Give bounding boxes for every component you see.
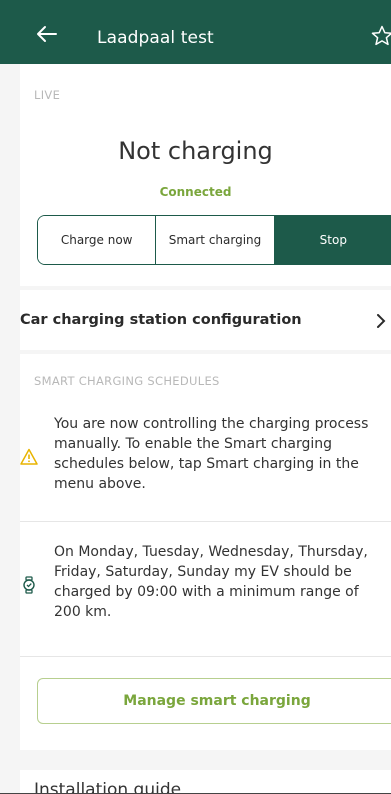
manual-control-notice: You are now controlling the charging pro… <box>54 416 369 492</box>
warning-icon <box>20 448 38 465</box>
list-item: You are now controlling the charging pro… <box>20 414 391 514</box>
divider <box>20 521 391 522</box>
live-section-label: LIVE <box>34 88 61 102</box>
smart-charging-button[interactable]: Smart charging <box>156 216 275 264</box>
charge-now-button[interactable]: Charge now <box>38 216 157 264</box>
divider <box>20 656 391 657</box>
manage-smart-charging-button[interactable]: Manage smart charging <box>37 678 391 724</box>
page-content: LIVE Not charging Connected Charge now S… <box>0 64 391 794</box>
installation-guide-row[interactable]: Installation guide <box>20 770 391 794</box>
config-label: Car charging station configuration <box>20 312 302 328</box>
chevron-right-icon <box>377 314 386 328</box>
live-card: LIVE Not charging Connected Charge now S… <box>20 64 391 286</box>
star-outline-icon[interactable] <box>370 24 391 48</box>
arrow-left-icon[interactable] <box>34 24 58 44</box>
schedules-card: SMART CHARGING SCHEDULES You are now con… <box>20 354 391 750</box>
connection-status: Connected <box>159 185 232 199</box>
charging-status-title: Not charging <box>118 137 273 165</box>
app-bar: Laadpaal test <box>0 0 391 64</box>
schedule-description: On Monday, Tuesday, Wednesday, Thursday,… <box>54 544 368 620</box>
charging-mode-selector: Charge now Smart charging Stop <box>37 215 391 265</box>
watch-icon <box>23 576 35 594</box>
list-item[interactable]: On Monday, Tuesday, Wednesday, Thursday,… <box>20 542 391 632</box>
page-title: Laadpaal test <box>97 28 214 48</box>
schedules-section-label: SMART CHARGING SCHEDULES <box>34 374 220 388</box>
stop-button[interactable]: Stop <box>274 216 391 264</box>
config-row[interactable]: Car charging station configuration <box>20 290 391 350</box>
installation-guide-label: Installation guide <box>34 780 182 794</box>
